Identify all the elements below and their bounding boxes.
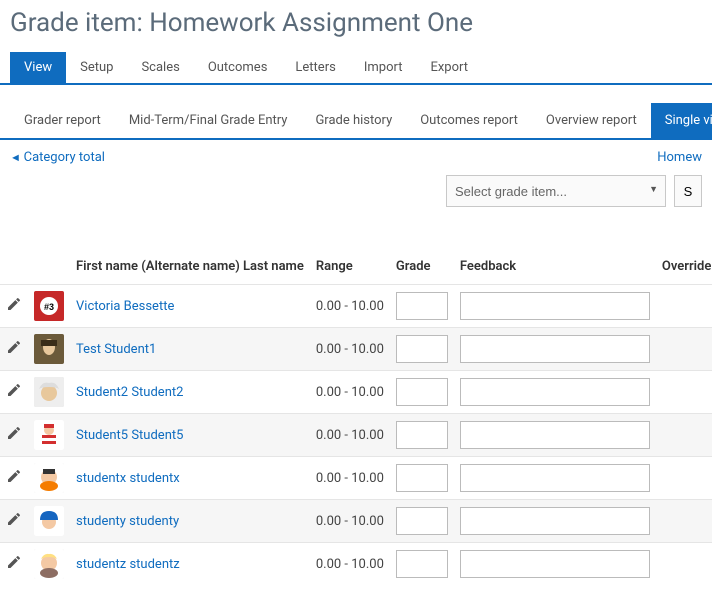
- grades-table-body: #3Victoria Bessette0.00 - 10.00Test Stud…: [0, 285, 712, 586]
- feedback-input[interactable]: [460, 292, 650, 320]
- table-row: studenty studenty 0.00 - 10.00: [0, 500, 712, 543]
- tab-secondary-single-view[interactable]: Single view: [651, 103, 712, 138]
- nav-next-link[interactable]: Homew: [657, 150, 702, 165]
- tab-primary-import[interactable]: Import: [350, 52, 417, 83]
- svg-text:#3: #3: [44, 302, 54, 312]
- header-range: Range: [310, 249, 390, 285]
- avatar[interactable]: [34, 334, 64, 364]
- range-value: 0.00 - 10.00: [316, 428, 384, 443]
- feedback-input[interactable]: [460, 335, 650, 363]
- feedback-input[interactable]: [460, 421, 650, 449]
- grade-item-select[interactable]: Select grade item...: [446, 175, 666, 207]
- tab-primary-setup[interactable]: Setup: [66, 52, 127, 83]
- grade-input[interactable]: [396, 292, 448, 320]
- table-row: Student2 Student2 0.00 - 10.00: [0, 371, 712, 414]
- feedback-input[interactable]: [460, 550, 650, 578]
- edit-icon[interactable]: [6, 468, 22, 484]
- select-row: Select grade item... S: [0, 175, 712, 219]
- edit-icon[interactable]: [6, 511, 22, 527]
- student-name-link[interactable]: studentx studentx: [76, 471, 180, 486]
- header-name: First name (Alternate name) Last name: [70, 249, 310, 285]
- avatar[interactable]: #3: [34, 291, 64, 321]
- student-name-link[interactable]: studentz studentz: [76, 557, 180, 572]
- tabs-primary: ViewSetupScalesOutcomesLettersImportExpo…: [0, 52, 712, 85]
- table-row: Test Student1 0.00 - 10.00: [0, 328, 712, 371]
- grades-table: First name (Alternate name) Last name Ra…: [0, 249, 712, 585]
- student-name-link[interactable]: Test Student1: [76, 342, 156, 357]
- range-value: 0.00 - 10.00: [316, 342, 384, 357]
- feedback-input[interactable]: [460, 464, 650, 492]
- edit-icon[interactable]: [6, 382, 22, 398]
- tab-secondary-overview-report[interactable]: Overview report: [532, 103, 651, 138]
- grade-input[interactable]: [396, 507, 448, 535]
- grade-input[interactable]: [396, 464, 448, 492]
- grade-input[interactable]: [396, 550, 448, 578]
- header-grade: Grade: [390, 249, 454, 285]
- header-override: Override All / Non: [656, 249, 712, 285]
- tab-secondary-outcomes-report[interactable]: Outcomes report: [406, 103, 532, 138]
- table-row: Student5 Student5 0.00 - 10.00: [0, 414, 712, 457]
- range-value: 0.00 - 10.00: [316, 299, 384, 314]
- range-value: 0.00 - 10.00: [316, 557, 384, 572]
- table-row: #3 Victoria Bessette 0.00 - 10.00: [0, 285, 712, 328]
- student-name-link[interactable]: studenty studenty: [76, 514, 179, 529]
- table-row: studentz studentz 0.00 - 10.00: [0, 543, 712, 586]
- tabs-secondary: Grader reportMid-Term/Final Grade EntryG…: [0, 103, 712, 140]
- edit-icon[interactable]: [6, 554, 22, 570]
- range-value: 0.00 - 10.00: [316, 514, 384, 529]
- grade-item-select-wrap: Select grade item...: [446, 175, 666, 207]
- tab-primary-export[interactable]: Export: [416, 52, 482, 83]
- range-value: 0.00 - 10.00: [316, 471, 384, 486]
- edit-icon[interactable]: [6, 339, 22, 355]
- grade-input[interactable]: [396, 335, 448, 363]
- edit-icon[interactable]: [6, 425, 22, 441]
- student-name-link[interactable]: Student2 Student2: [76, 385, 183, 400]
- avatar[interactable]: [34, 506, 64, 536]
- nav-prev-link[interactable]: Category total: [10, 150, 105, 165]
- avatar[interactable]: [34, 420, 64, 450]
- page-title: Grade item: Homework Assignment One: [0, 0, 712, 52]
- avatar[interactable]: [34, 377, 64, 407]
- avatar[interactable]: [34, 549, 64, 579]
- grade-input[interactable]: [396, 378, 448, 406]
- student-name-link[interactable]: Victoria Bessette: [76, 299, 174, 314]
- table-row: studentx studentx 0.00 - 10.00: [0, 457, 712, 500]
- edit-icon[interactable]: [6, 296, 22, 312]
- student-name-link[interactable]: Student5 Student5: [76, 428, 183, 443]
- tab-primary-view[interactable]: View: [10, 52, 66, 83]
- header-feedback: Feedback: [454, 249, 656, 285]
- feedback-input[interactable]: [460, 378, 650, 406]
- range-value: 0.00 - 10.00: [316, 385, 384, 400]
- select-user-button[interactable]: S: [674, 175, 702, 207]
- tab-primary-scales[interactable]: Scales: [127, 52, 193, 83]
- grade-input[interactable]: [396, 421, 448, 449]
- nav-row: Category total Homew: [0, 140, 712, 175]
- tab-secondary-mid-term-final-grade-entry[interactable]: Mid-Term/Final Grade Entry: [115, 103, 302, 138]
- tab-primary-letters[interactable]: Letters: [281, 52, 349, 83]
- feedback-input[interactable]: [460, 507, 650, 535]
- tab-secondary-grader-report[interactable]: Grader report: [10, 103, 115, 138]
- tab-secondary-grade-history[interactable]: Grade history: [301, 103, 406, 138]
- tab-primary-outcomes[interactable]: Outcomes: [194, 52, 282, 83]
- avatar[interactable]: [34, 463, 64, 493]
